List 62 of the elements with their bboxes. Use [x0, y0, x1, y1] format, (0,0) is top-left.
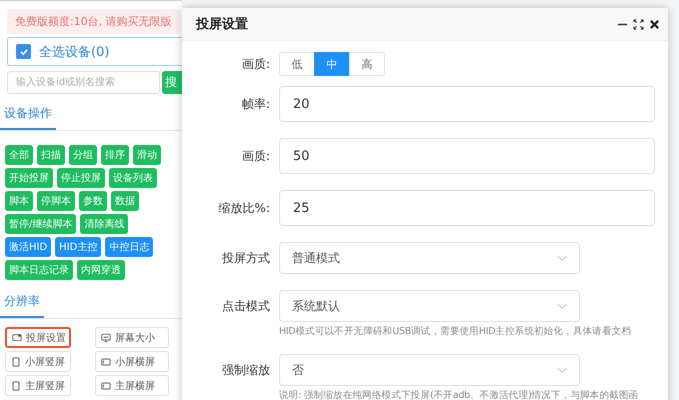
- field-label: 强制缩放: [221, 362, 271, 379]
- field-label: 缩放比%:: [218, 200, 271, 217]
- phone-icon: [11, 356, 21, 366]
- hint-text: 说明: 强制缩放在纯网络模式下投屏(不开adb、不激活代理)情况下，与脚本的截图函: [279, 389, 640, 400]
- quality-option[interactable]: 中: [314, 52, 350, 76]
- input-field[interactable]: 25: [279, 190, 655, 226]
- action-button[interactable]: 数据: [111, 191, 139, 211]
- action-button[interactable]: 开始投屏: [5, 168, 53, 188]
- action-button[interactable]: 滑动: [133, 145, 161, 165]
- maximize-icon[interactable]: [633, 18, 644, 30]
- action-button[interactable]: 排序: [101, 145, 129, 165]
- resolution-button[interactable]: 屏幕大小: [95, 327, 169, 348]
- action-button[interactable]: 清除离线: [80, 214, 128, 234]
- action-button[interactable]: 脚本: [5, 191, 33, 211]
- resolution-button[interactable]: 投屏设置: [5, 327, 71, 348]
- chevron-icon: [557, 366, 567, 374]
- field-label: 画质:: [240, 148, 271, 165]
- tab[interactable]: 分辨率: [0, 293, 44, 318]
- phone-icon: [11, 380, 21, 390]
- search-field[interactable]: 输入设备id或别名搜索: [7, 71, 160, 94]
- field-label: 帧率:: [240, 96, 271, 113]
- close-icon[interactable]: [649, 18, 660, 30]
- dropdown[interactable]: 否: [279, 354, 580, 386]
- resolution-button[interactable]: 主屏横屏: [95, 375, 169, 396]
- action-button[interactable]: 内网穿透: [77, 260, 125, 280]
- action-button[interactable]: HID主控: [55, 237, 102, 257]
- tablet-icon: [101, 356, 111, 366]
- search-button[interactable]: 搜: [162, 71, 182, 94]
- action-button[interactable]: 全部: [5, 145, 33, 165]
- action-button[interactable]: 设备列表: [109, 168, 157, 188]
- notice-banner: 免费版额度:10台, 请购买无限版: [7, 9, 180, 34]
- field-label: 点击模式: [221, 298, 271, 315]
- resolution-button[interactable]: 小屏竖屏: [5, 351, 71, 372]
- action-button[interactable]: 激活HID: [5, 237, 52, 257]
- action-button[interactable]: 分组: [69, 145, 97, 165]
- action-button[interactable]: 中控日志: [105, 237, 154, 257]
- field-label: 画质:: [240, 56, 271, 73]
- input-field[interactable]: 20: [279, 86, 655, 122]
- dialog-title: 投屏设置: [196, 16, 248, 33]
- input-field[interactable]: 50: [279, 138, 655, 174]
- action-button[interactable]: 暂停/继续脚本: [5, 214, 76, 234]
- chevron-icon: [557, 302, 567, 310]
- field-label: 投屏方式: [221, 250, 271, 267]
- resolution-button[interactable]: 主屏竖屏: [5, 375, 71, 396]
- quality-option[interactable]: 高: [349, 52, 385, 76]
- action-button[interactable]: 参数: [79, 191, 107, 211]
- action-button[interactable]: 脚本日志记录: [5, 260, 73, 280]
- action-button[interactable]: 扫描: [37, 145, 65, 165]
- chevron-icon: [557, 254, 567, 262]
- check-icon: [18, 46, 28, 56]
- tab[interactable]: 设备操作: [0, 105, 56, 130]
- hint-text: HID模式可以不开无障碍和USB调试，需要使用HID主控系统初始化，具体请看文档: [279, 325, 632, 338]
- quality-option[interactable]: 低: [279, 52, 315, 76]
- dropdown[interactable]: 系统默认: [279, 290, 580, 322]
- monitor-icon: [101, 332, 111, 342]
- tablet-icon: [101, 380, 111, 390]
- screen-icon: [12, 332, 22, 342]
- dropdown[interactable]: 普通模式: [279, 242, 580, 274]
- action-button[interactable]: 停止投屏: [57, 168, 105, 188]
- action-button[interactable]: 停脚本: [37, 191, 75, 211]
- select-all-checkbox[interactable]: 全选设备(0): [7, 37, 182, 66]
- resolution-button[interactable]: 小屏横屏: [95, 351, 169, 372]
